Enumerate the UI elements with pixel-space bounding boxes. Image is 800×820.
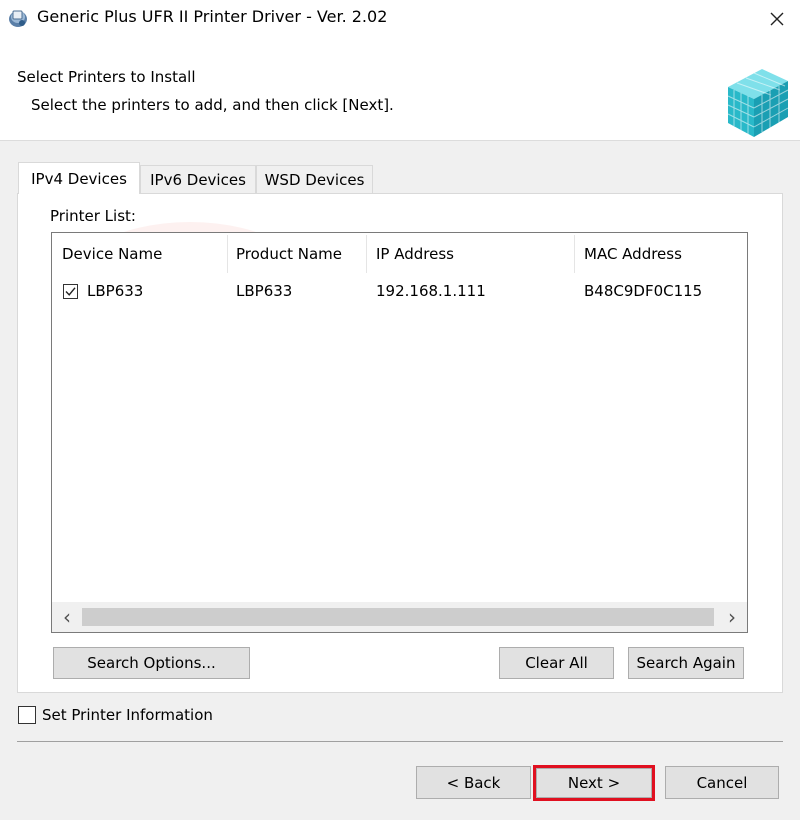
tab-wsd-devices[interactable]: WSD Devices [256, 165, 373, 193]
close-button[interactable] [754, 0, 800, 37]
set-printer-info-checkbox[interactable] [18, 706, 36, 724]
printer-setup-icon [9, 10, 27, 27]
row-checkbox[interactable] [63, 283, 78, 299]
column-header-device-name[interactable]: Device Name [52, 233, 227, 275]
printer-list-label: Printer List: [50, 207, 136, 225]
button-label: Search Options... [87, 654, 216, 672]
footer-divider [17, 741, 783, 742]
chevron-right-icon: › [728, 605, 736, 629]
column-header-label: MAC Address [584, 245, 682, 263]
device-name-cell: LBP633 [63, 277, 143, 305]
checkmark-icon [65, 286, 76, 296]
window-title: Generic Plus UFR II Printer Driver - Ver… [37, 7, 388, 26]
column-header-ip-address[interactable]: IP Address [366, 233, 574, 275]
tab-ipv4-devices[interactable]: IPv4 Devices [18, 162, 140, 194]
close-icon [770, 12, 784, 25]
tab-label: IPv6 Devices [150, 170, 246, 189]
column-header-label: IP Address [376, 245, 454, 263]
ip-address: 192.168.1.111 [376, 282, 486, 300]
set-printer-info-label: Set Printer Information [42, 706, 213, 724]
cancel-button[interactable]: Cancel [665, 766, 779, 799]
mac-address: B48C9DF0C115 [584, 282, 703, 300]
search-again-button[interactable]: Search Again [628, 647, 744, 679]
device-name: LBP633 [87, 282, 144, 300]
scrollbar-thumb[interactable] [82, 608, 714, 626]
column-header-mac-address[interactable]: MAC Address [574, 233, 747, 275]
page-subtitle: Select the printers to add, and then cli… [31, 96, 394, 114]
chevron-left-icon: ‹ [63, 605, 71, 629]
set-printer-information[interactable]: Set Printer Information [18, 706, 213, 724]
tab-label: WSD Devices [264, 170, 365, 189]
printer-list[interactable]: Device Name Product Name IP Address MAC … [51, 232, 748, 633]
title-bar: Generic Plus UFR II Printer Driver - Ver… [0, 0, 800, 37]
scroll-left-button[interactable]: ‹ [52, 602, 82, 632]
scroll-right-button[interactable]: › [717, 602, 747, 632]
clear-all-button[interactable]: Clear All [499, 647, 614, 679]
button-label: < Back [446, 773, 501, 792]
column-header-label: Device Name [62, 245, 163, 263]
tab-label: IPv4 Devices [31, 169, 127, 188]
column-header-label: Product Name [236, 245, 342, 263]
column-header-product-name[interactable]: Product Name [226, 233, 366, 275]
product-name: LBP633 [236, 282, 293, 300]
wizard-header: Select Printers to Install Select the pr… [0, 37, 800, 141]
button-label: Next > [567, 774, 621, 792]
next-button[interactable]: Next > [536, 768, 652, 798]
horizontal-scrollbar[interactable]: ‹ › [52, 602, 747, 632]
canon-cube-logo [727, 69, 789, 137]
search-options-button[interactable]: Search Options... [53, 647, 250, 679]
button-label: Clear All [525, 654, 588, 672]
back-button[interactable]: < Back [416, 766, 531, 799]
button-label: Cancel [696, 773, 748, 792]
page-title: Select Printers to Install [17, 68, 196, 86]
button-label: Search Again [636, 654, 736, 672]
tab-ipv6-devices[interactable]: IPv6 Devices [140, 165, 256, 193]
